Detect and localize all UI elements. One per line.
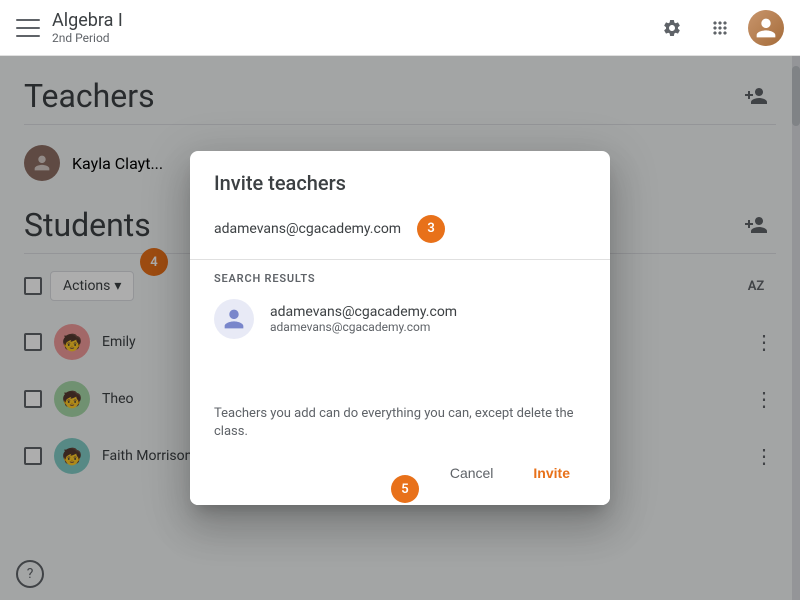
app-title: Algebra I <box>52 10 123 31</box>
invite-button[interactable]: Invite <box>517 457 586 489</box>
dialog-search-area: adamevans@cgacademy.com 3 <box>190 207 610 260</box>
main-content: Teachers Kayla Clayt... Students <box>0 56 800 600</box>
user-avatar[interactable] <box>748 10 784 46</box>
dialog-overlay: Invite teachers adamevans@cgacademy.com … <box>0 56 800 600</box>
result-display-name: adamevans@cgacademy.com <box>270 304 457 320</box>
dialog-title: Invite teachers <box>190 151 610 207</box>
topbar-left: Algebra I 2nd Period <box>16 10 123 45</box>
email-chip: adamevans@cgacademy.com <box>214 221 401 237</box>
dialog-note: Teachers you add can do everything you c… <box>214 405 586 441</box>
topbar-title: Algebra I 2nd Period <box>52 10 123 45</box>
topbar: Algebra I 2nd Period <box>0 0 800 56</box>
topbar-right <box>652 8 784 48</box>
settings-button[interactable] <box>652 8 692 48</box>
dialog-footer: Teachers you add can do everything you c… <box>190 389 610 505</box>
app-subtitle: 2nd Period <box>52 31 123 45</box>
apps-button[interactable] <box>700 8 740 48</box>
search-results-label: SEARCH RESULTS <box>190 260 610 289</box>
hamburger-menu[interactable] <box>16 19 40 37</box>
search-result-item[interactable]: adamevans@cgacademy.com adamevans@cgacad… <box>190 289 610 349</box>
result-email: adamevans@cgacademy.com <box>270 320 457 334</box>
step-3-badge: 3 <box>417 215 445 243</box>
invite-teachers-dialog: Invite teachers adamevans@cgacademy.com … <box>190 151 610 505</box>
dialog-actions: Cancel Invite 5 <box>214 457 586 489</box>
email-value: adamevans@cgacademy.com <box>214 221 401 237</box>
cancel-button[interactable]: Cancel <box>434 457 510 489</box>
step-5-badge: 5 <box>391 475 419 503</box>
result-info: adamevans@cgacademy.com adamevans@cgacad… <box>270 304 457 334</box>
avatar-image <box>748 10 784 46</box>
result-avatar <box>214 299 254 339</box>
search-chip-area: adamevans@cgacademy.com 3 <box>214 207 586 251</box>
